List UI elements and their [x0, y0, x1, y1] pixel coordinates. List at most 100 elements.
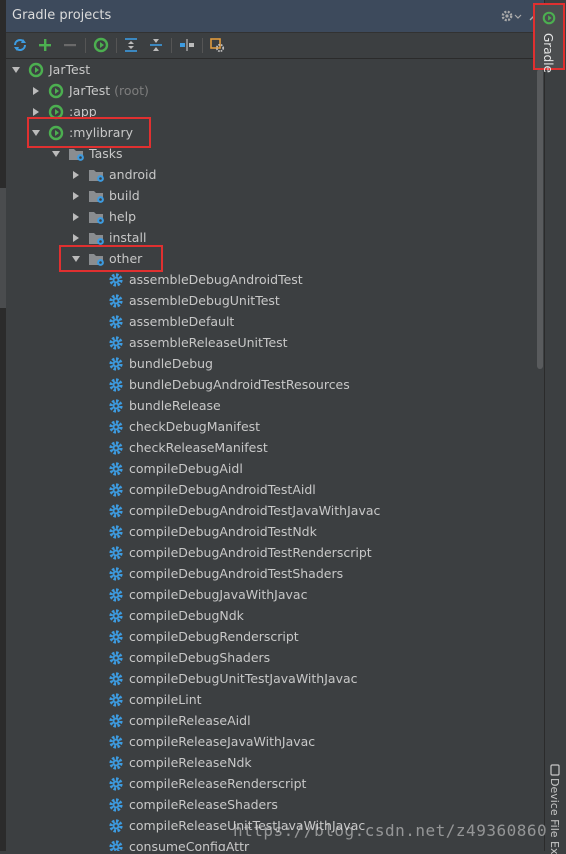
gear-icon — [108, 545, 124, 561]
device-file-explorer-tab[interactable]: Device File Ex — [548, 778, 561, 854]
gradle-task-tree: JarTest JarTest (root):app:mylibrary Tasks… — [6, 59, 534, 851]
node-name: bundleDebug — [129, 356, 213, 371]
gear-icon — [108, 356, 124, 372]
gear-icon — [108, 776, 124, 792]
refresh-icon[interactable] — [10, 35, 30, 55]
task-item[interactable]: compileDebugJavaWithJavac — [6, 584, 534, 605]
node-name: compileDebugAndroidTestJavaWithJavac — [129, 503, 381, 518]
task-item[interactable]: compileDebugAndroidTestJavaWithJavac — [6, 500, 534, 521]
settings-icon[interactable] — [207, 35, 227, 55]
task-item[interactable]: compileReleaseShaders — [6, 794, 534, 815]
task-item[interactable]: assembleDebugUnitTest — [6, 290, 534, 311]
node-label: compileDebugAndroidTestRenderscript — [129, 542, 372, 563]
node-label: help — [109, 206, 136, 227]
task-item[interactable]: compileDebugAndroidTestAidl — [6, 479, 534, 500]
node-label: compileReleaseJavaWithJavac — [129, 731, 315, 752]
task-item[interactable]: compileLint — [6, 689, 534, 710]
task-item[interactable]: assembleDebugAndroidTest — [6, 269, 534, 290]
node-label: compileReleaseRenderscript — [129, 773, 306, 794]
toolbar-separator — [116, 38, 117, 53]
collapsed-arrow-icon[interactable] — [30, 80, 42, 101]
gear-icon — [108, 818, 124, 834]
task-item[interactable]: bundleDebugAndroidTestResources — [6, 374, 534, 395]
node-name: compileReleaseRenderscript — [129, 776, 307, 791]
task-item[interactable]: compileDebugAndroidTestNdk — [6, 521, 534, 542]
task-item[interactable]: compileDebugAidl — [6, 458, 534, 479]
node-name: bundleRelease — [129, 398, 221, 413]
node-name: compileReleaseJavaWithJavac — [129, 734, 316, 749]
task-item[interactable]: checkDebugManifest — [6, 416, 534, 437]
gear-icon — [108, 839, 124, 851]
collapsed-arrow-icon[interactable] — [70, 164, 82, 185]
panel-title: Gradle projects — [12, 8, 112, 23]
execute-task-icon[interactable] — [91, 35, 111, 55]
project-node[interactable]: JarTest (root) — [6, 80, 534, 101]
task-group-node[interactable]: help — [6, 206, 534, 227]
expand-all-icon[interactable] — [121, 35, 141, 55]
node-label: compileDebugAndroidTestAidl — [129, 479, 316, 500]
node-name: compileDebugAndroidTestRenderscript — [129, 545, 372, 560]
device-icon — [550, 764, 560, 776]
node-label: compileDebugNdk — [129, 605, 244, 626]
gradle-module-icon — [48, 83, 64, 99]
remove-icon[interactable] — [60, 35, 80, 55]
gradle-side-tab[interactable]: Gradle — [533, 3, 565, 73]
task-item[interactable]: compileDebugUnitTestJavaWithJavac — [6, 668, 534, 689]
tree-root-jartest[interactable]: JarTest — [6, 59, 534, 80]
node-label: compileDebugAndroidTestJavaWithJavac — [129, 500, 380, 521]
gear-icon — [108, 755, 124, 771]
task-item[interactable]: compileDebugShaders — [6, 647, 534, 668]
watermark-text: https://blog.csdn.net/z49360860 — [233, 821, 548, 840]
node-label: compileReleaseShaders — [129, 794, 278, 815]
node-name: assembleReleaseUnitTest — [129, 335, 288, 350]
node-label: JarTest (root) — [69, 80, 149, 101]
task-item[interactable]: compileReleaseRenderscript — [6, 773, 534, 794]
task-item[interactable]: compileDebugAndroidTestRenderscript — [6, 542, 534, 563]
scrollbar-thumb[interactable] — [537, 69, 543, 369]
task-item[interactable]: compileDebugAndroidTestShaders — [6, 563, 534, 584]
node-label: consumeConfigAttr — [129, 836, 249, 851]
gear-icon — [108, 713, 124, 729]
task-item[interactable]: compileDebugRenderscript — [6, 626, 534, 647]
collapse-all-icon[interactable] — [146, 35, 166, 55]
node-name: compileDebugAidl — [129, 461, 243, 476]
task-folder-icon — [88, 230, 104, 246]
node-name: JarTest — [49, 62, 91, 77]
right-tool-strip — [544, 0, 566, 851]
task-item[interactable]: bundleDebug — [6, 353, 534, 374]
task-group-node[interactable]: android — [6, 164, 534, 185]
gear-icon — [108, 608, 124, 624]
node-name: assembleDefault — [129, 314, 235, 329]
node-name: consumeConfigAttr — [129, 839, 250, 851]
node-name: compileDebugAndroidTestAidl — [129, 482, 316, 497]
toolbar-separator — [171, 38, 172, 53]
task-item[interactable]: compileReleaseAidl — [6, 710, 534, 731]
task-item[interactable]: compileReleaseNdk — [6, 752, 534, 773]
gear-icon — [108, 293, 124, 309]
node-label: compileDebugAidl — [129, 458, 243, 479]
task-folder-icon — [88, 167, 104, 183]
collapsed-arrow-icon[interactable] — [70, 185, 82, 206]
task-item[interactable]: assembleReleaseUnitTest — [6, 332, 534, 353]
node-name: compileDebugUnitTestJavaWithJavac — [129, 671, 358, 686]
task-item[interactable]: compileDebugNdk — [6, 605, 534, 626]
gear-icon — [108, 314, 124, 330]
settings-menu-icon[interactable] — [500, 9, 522, 23]
task-item[interactable]: bundleRelease — [6, 395, 534, 416]
node-name: checkDebugManifest — [129, 419, 261, 434]
node-name: checkReleaseManifest — [129, 440, 268, 455]
node-name: Tasks — [89, 146, 123, 161]
collapsed-arrow-icon[interactable] — [70, 206, 82, 227]
gear-icon — [108, 335, 124, 351]
expanded-arrow-icon[interactable] — [10, 59, 22, 80]
link-icon[interactable] — [177, 35, 197, 55]
task-group-node[interactable]: build — [6, 185, 534, 206]
task-item[interactable]: assembleDefault — [6, 311, 534, 332]
add-icon[interactable] — [35, 35, 55, 55]
task-item[interactable]: compileReleaseJavaWithJavac — [6, 731, 534, 752]
tree-scrollbar[interactable] — [536, 59, 544, 851]
task-item[interactable]: checkReleaseManifest — [6, 437, 534, 458]
node-label: JarTest — [49, 59, 90, 80]
gear-icon — [108, 650, 124, 666]
node-label: compileDebugRenderscript — [129, 626, 299, 647]
